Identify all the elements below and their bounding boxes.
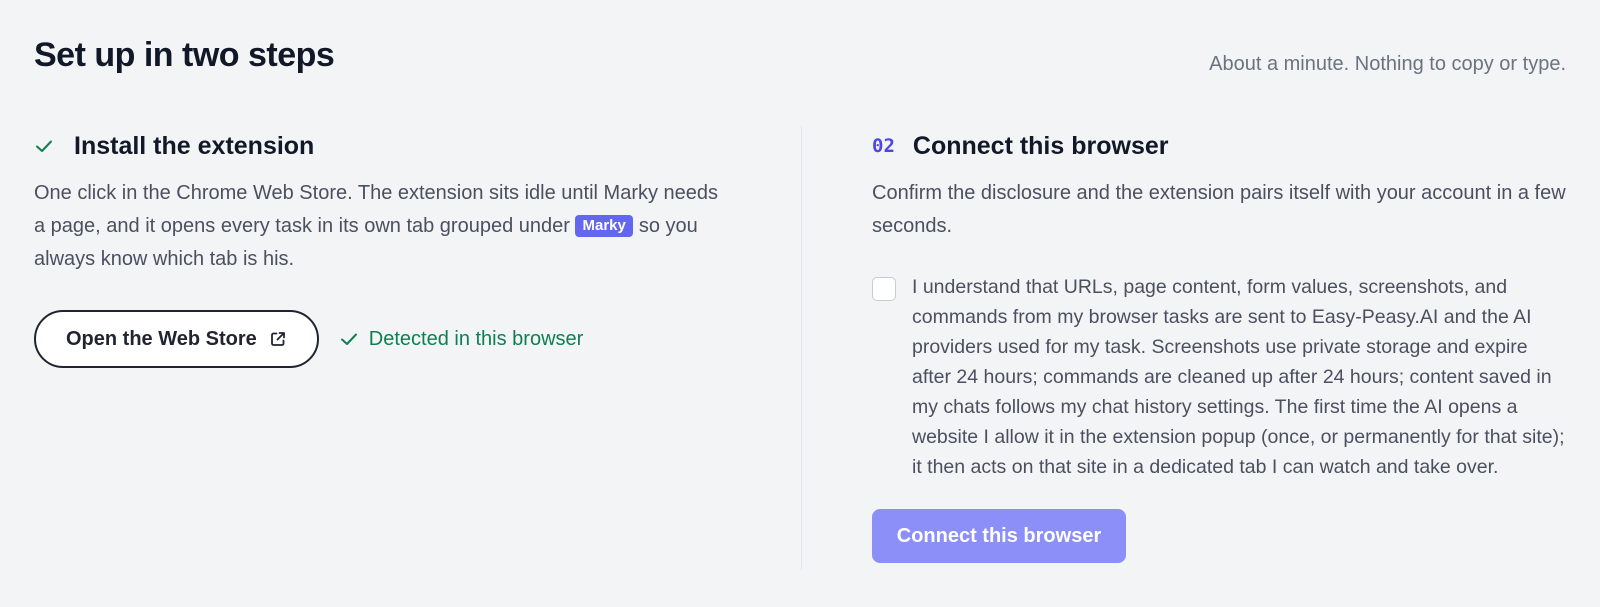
extension-detected-status: Detected in this browser: [339, 327, 584, 351]
step1-actions: Open the Web Store Detected in this brow…: [34, 310, 734, 368]
step2-description: Confirm the disclosure and the extension…: [872, 182, 1566, 237]
open-web-store-label: Open the Web Store: [66, 327, 257, 350]
step1-description: One click in the Chrome Web Store. The e…: [34, 177, 734, 276]
tab-group-badge: Marky: [575, 215, 633, 237]
step-number: 02: [872, 135, 895, 157]
step2-title: Connect this browser: [912, 131, 1169, 160]
connect-browser-button[interactable]: Connect this browser: [872, 509, 1126, 563]
page-title: Set up in two steps: [34, 36, 335, 74]
step1-header: Install the extension: [34, 128, 734, 164]
column-divider: [801, 126, 802, 570]
consent-text: I understand that URLs, page content, fo…: [912, 276, 1565, 478]
detected-label: Detected in this browser: [368, 327, 584, 350]
external-link-icon: [269, 330, 287, 348]
step2-header: 02 Connect this browser: [872, 128, 1572, 164]
check-icon: [34, 136, 54, 156]
step-install-extension: Install the extension One click in the C…: [34, 128, 734, 368]
step1-title: Install the extension: [74, 131, 315, 160]
check-icon: [339, 329, 359, 349]
step-connect-browser: 02 Connect this browser Confirm the disc…: [872, 128, 1572, 563]
setup-page: Set up in two steps About a minute. Noth…: [0, 0, 1600, 607]
open-web-store-button[interactable]: Open the Web Store: [34, 310, 319, 368]
disclosure-consent: I understand that URLs, page content, fo…: [872, 272, 1572, 482]
page-subtitle: About a minute. Nothing to copy or type.: [1209, 53, 1566, 75]
consent-checkbox[interactable]: [872, 277, 896, 301]
